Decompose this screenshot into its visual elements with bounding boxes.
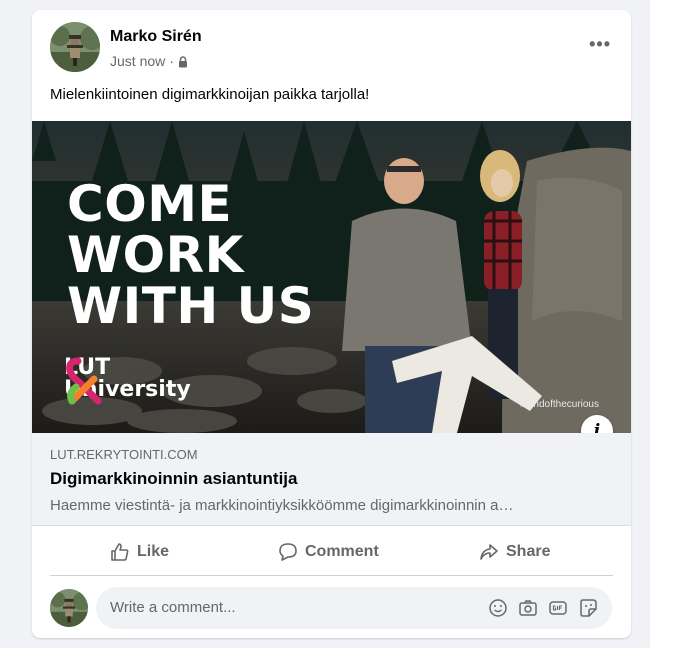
lock-icon[interactable] [178,55,188,68]
feed-post-card: Marko Sirén Just now · ••• Mielenkiintoi… [32,10,631,638]
share-label: Share [506,543,551,560]
headline-line: COME [67,175,233,233]
hero-hashtag: #landofthecurious [520,399,599,410]
lut-ampersand-icon [66,357,102,405]
author-avatar[interactable] [50,22,100,72]
comment-tools [488,598,598,618]
headline-line: WORK [67,226,244,284]
like-label: Like [137,543,170,560]
actions-divider [50,575,613,576]
gif-icon[interactable] [548,598,568,618]
comment-label: Comment [305,543,379,560]
share-arrow-icon [480,544,498,560]
page-right-gutter [634,0,682,648]
link-title[interactable]: Digimarkkinoinnin asiantuntija [50,469,297,489]
post-actions: Like Comment Share [32,534,631,570]
comment-input[interactable]: Write a comment... [96,587,612,629]
share-button[interactable]: Share [479,534,550,570]
hero-headline: COME WORK WITH US [67,179,314,332]
thumbs-up-icon [111,543,129,561]
sticker-icon[interactable] [578,598,598,618]
post-message: Mielenkiintoinen digimarkkinoijan paikka… [50,86,370,103]
headline-line: WITH US [67,277,315,335]
link-preview-details[interactable]: LUT.REKRYTOINTI.COM Digimarkkinoinnin as… [32,433,631,526]
commenter-avatar[interactable] [50,589,88,627]
comment-placeholder: Write a comment... [110,599,236,616]
meta-separator: · [169,53,174,69]
comment-bubble-icon [279,543,297,561]
link-preview-image[interactable]: COME WORK WITH US LUT University #landof… [32,121,631,433]
link-description: Haemme viestintä- ja markkinointiyksikkö… [50,497,514,514]
camera-icon[interactable] [518,598,538,618]
more-options-button[interactable]: ••• [589,34,611,55]
emoji-icon[interactable] [488,598,508,618]
like-button[interactable]: Like [110,534,169,570]
comment-button[interactable]: Comment [278,534,379,570]
side-panel-edge [650,0,682,648]
post-meta: Just now · [110,53,188,69]
link-domain: LUT.REKRYTOINTI.COM [50,447,198,462]
lut-logo: LUT University [64,357,191,405]
author-name[interactable]: Marko Sirén [110,28,202,46]
post-timestamp[interactable]: Just now [110,53,165,69]
